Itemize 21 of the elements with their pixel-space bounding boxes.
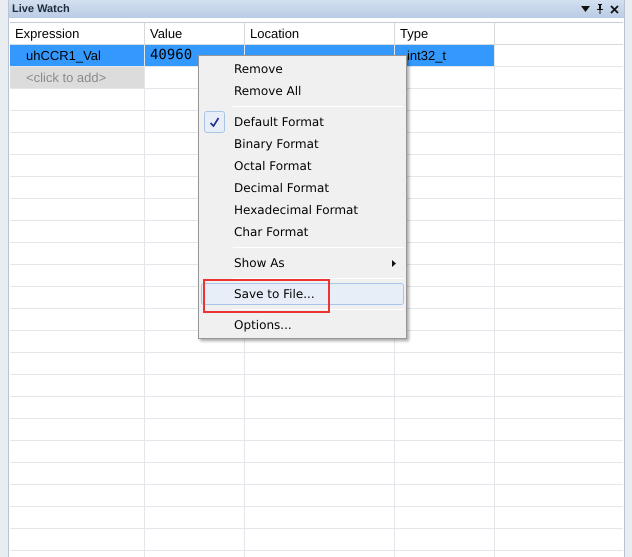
menu-item[interactable]: Binary Format [201, 133, 404, 155]
column-header[interactable]: Type [395, 23, 495, 44]
submenu-arrow-icon [392, 260, 396, 267]
menu-item[interactable]: Decimal Format [201, 177, 404, 199]
table-cell: uhCCR1_Val [10, 45, 145, 66]
menu-item[interactable]: Show As [201, 252, 404, 274]
column-header[interactable]: Value [145, 23, 245, 44]
menu-item[interactable]: Remove All [201, 80, 404, 102]
menu-item[interactable]: Char Format [201, 221, 404, 243]
menu-item[interactable]: Hexadecimal Format [201, 199, 404, 221]
menu-item[interactable]: Default Format [201, 111, 404, 133]
column-header[interactable]: Location [245, 23, 395, 44]
column-header[interactable]: Expression [10, 23, 145, 44]
menu-item[interactable]: Options... [201, 314, 404, 336]
menu-item[interactable]: Octal Format [201, 155, 404, 177]
window-title: Live Watch [12, 2, 70, 17]
table-cell: int32_t [395, 45, 495, 66]
dropdown-icon[interactable] [581, 6, 590, 12]
close-icon[interactable] [610, 4, 619, 14]
pin-icon[interactable] [596, 4, 604, 14]
menu-item[interactable]: Save to File... [201, 283, 404, 305]
